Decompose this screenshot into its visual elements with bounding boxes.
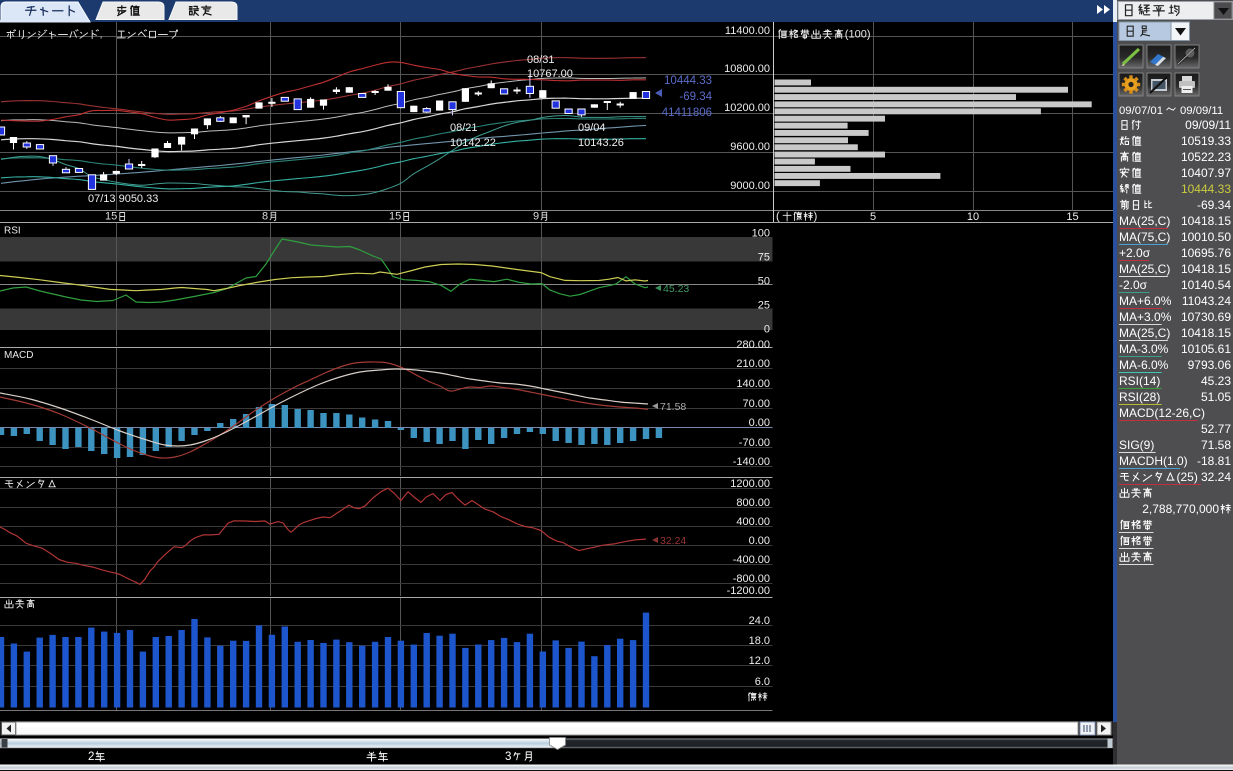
svg-text:45.23: 45.23 bbox=[663, 283, 689, 295]
svg-text:280.00: 280.00 bbox=[736, 339, 770, 351]
svg-text:2,788,770,000: 2,788,770,000 bbox=[1142, 502, 1219, 516]
svg-text:RSI(28): RSI(28) bbox=[1119, 390, 1160, 404]
svg-text:10: 10 bbox=[967, 211, 979, 223]
svg-text:0: 0 bbox=[764, 324, 770, 336]
svg-text:(25): (25) bbox=[1177, 470, 1198, 484]
svg-text:50: 50 bbox=[758, 276, 770, 288]
svg-text:07/13 9050.33: 07/13 9050.33 bbox=[88, 193, 158, 205]
svg-text:MACDH(1.0): MACDH(1.0) bbox=[1119, 454, 1188, 468]
svg-text:25: 25 bbox=[758, 300, 770, 312]
svg-text:MA(75,C): MA(75,C) bbox=[1119, 230, 1170, 244]
svg-text:11400.00: 11400.00 bbox=[725, 25, 770, 37]
svg-text:09/09/11: 09/09/11 bbox=[1185, 118, 1231, 132]
svg-text:2: 2 bbox=[88, 751, 94, 763]
svg-text:10695.76: 10695.76 bbox=[1181, 246, 1231, 260]
svg-text:10800.00: 10800.00 bbox=[724, 63, 770, 75]
svg-text:-2.0σ: -2.0σ bbox=[1119, 278, 1148, 292]
svg-text:9: 9 bbox=[533, 211, 539, 223]
svg-text:11043.24: 11043.24 bbox=[1182, 294, 1231, 308]
svg-text:15: 15 bbox=[389, 211, 401, 223]
svg-text:-1200.00: -1200.00 bbox=[727, 585, 770, 597]
svg-text:+2.0σ: +2.0σ bbox=[1119, 246, 1151, 260]
svg-text:10143.26: 10143.26 bbox=[578, 137, 624, 149]
svg-text:5: 5 bbox=[870, 211, 876, 223]
svg-text:10519.33: 10519.33 bbox=[1181, 134, 1231, 148]
svg-text:15: 15 bbox=[105, 211, 117, 223]
svg-text:RSI(14): RSI(14) bbox=[1119, 374, 1160, 388]
svg-text:MA(25,C): MA(25,C) bbox=[1119, 214, 1170, 228]
svg-text:10142.22: 10142.22 bbox=[450, 137, 496, 149]
svg-text:71.58: 71.58 bbox=[1201, 438, 1231, 452]
svg-text:(100): (100) bbox=[845, 29, 871, 41]
svg-text:45.23: 45.23 bbox=[1201, 374, 1231, 388]
svg-text:8: 8 bbox=[262, 211, 268, 223]
svg-text:15: 15 bbox=[1066, 211, 1078, 223]
svg-text:-69.34: -69.34 bbox=[1197, 198, 1231, 212]
svg-text:MA(25,C): MA(25,C) bbox=[1119, 326, 1170, 340]
svg-text:MA-3.0%: MA-3.0% bbox=[1119, 342, 1169, 356]
svg-text:SIG(9): SIG(9) bbox=[1119, 438, 1154, 452]
svg-text:10444.33: 10444.33 bbox=[1181, 182, 1231, 196]
svg-text:9600.00: 9600.00 bbox=[730, 141, 770, 153]
svg-text:41411806: 41411806 bbox=[662, 107, 712, 119]
svg-text:MA+3.0%: MA+3.0% bbox=[1119, 310, 1172, 324]
svg-text:RSI: RSI bbox=[4, 226, 21, 237]
svg-text:52.77: 52.77 bbox=[1201, 422, 1231, 436]
svg-text:10105.61: 10105.61 bbox=[1181, 342, 1231, 356]
svg-text:08/21: 08/21 bbox=[450, 122, 478, 134]
svg-text:32.24: 32.24 bbox=[1201, 470, 1231, 484]
svg-text:10418.15: 10418.15 bbox=[1181, 326, 1231, 340]
svg-text:MA(25,C): MA(25,C) bbox=[1119, 262, 1170, 276]
svg-text:MA+6.0%: MA+6.0% bbox=[1119, 294, 1172, 308]
svg-text:09/09/11: 09/09/11 bbox=[1180, 105, 1223, 117]
svg-text:-18.81: -18.81 bbox=[1197, 454, 1231, 468]
svg-text:71.58: 71.58 bbox=[660, 401, 686, 413]
svg-text:100: 100 bbox=[752, 228, 770, 240]
svg-text:,: , bbox=[100, 30, 103, 41]
svg-text:08/31: 08/31 bbox=[527, 54, 555, 66]
svg-text:9000.00: 9000.00 bbox=[730, 180, 770, 192]
svg-text:10767.00: 10767.00 bbox=[527, 68, 573, 80]
svg-text:10407.97: 10407.97 bbox=[1181, 166, 1231, 180]
svg-text:MACD: MACD bbox=[4, 350, 33, 361]
svg-text:9793.06: 9793.06 bbox=[1188, 358, 1232, 372]
svg-text:10418.15: 10418.15 bbox=[1181, 262, 1231, 276]
svg-text:75: 75 bbox=[758, 252, 770, 264]
svg-text:32.24: 32.24 bbox=[660, 535, 686, 547]
svg-text:MACD(12-26,C): MACD(12-26,C) bbox=[1119, 406, 1205, 420]
svg-text:10140.54: 10140.54 bbox=[1181, 278, 1231, 292]
svg-text:10522.23: 10522.23 bbox=[1181, 150, 1231, 164]
svg-text:10444.33: 10444.33 bbox=[664, 75, 712, 87]
svg-text:10418.15: 10418.15 bbox=[1181, 214, 1231, 228]
svg-text:10200.00: 10200.00 bbox=[724, 102, 770, 114]
svg-text:-69.34: -69.34 bbox=[679, 91, 712, 103]
svg-text:10730.69: 10730.69 bbox=[1181, 310, 1231, 324]
svg-text:10010.50: 10010.50 bbox=[1181, 230, 1231, 244]
svg-text:MA-6.0%: MA-6.0% bbox=[1119, 358, 1169, 372]
svg-text:3: 3 bbox=[505, 751, 511, 763]
svg-text:09/04: 09/04 bbox=[578, 122, 606, 134]
svg-text:): ) bbox=[814, 211, 818, 223]
svg-text:09/07/01: 09/07/01 bbox=[1119, 105, 1163, 117]
svg-text:(: ( bbox=[776, 211, 780, 223]
svg-text:51.05: 51.05 bbox=[1201, 390, 1231, 404]
